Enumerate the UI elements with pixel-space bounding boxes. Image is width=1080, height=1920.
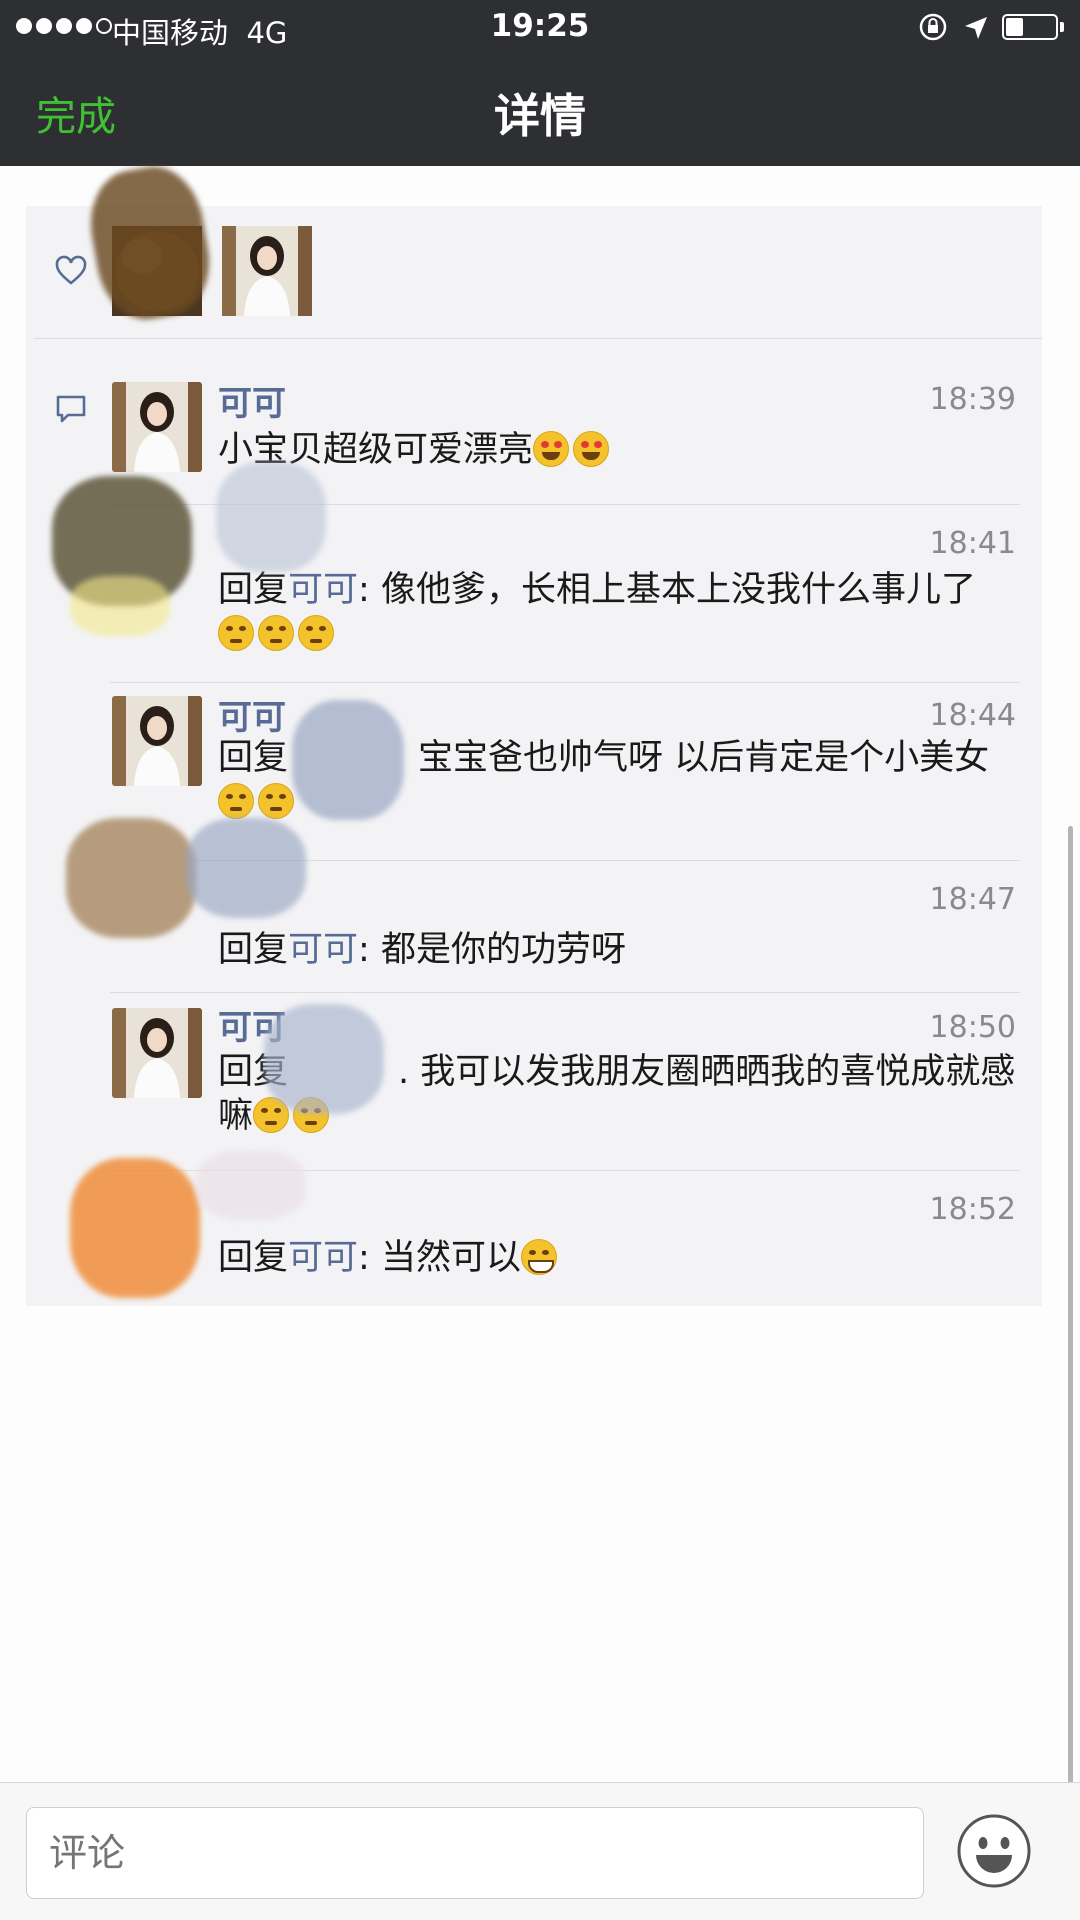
battery-level-fill (1006, 18, 1023, 36)
location-arrow-icon (965, 17, 987, 39)
privacy-scribble (196, 1150, 306, 1220)
heart-outline-icon (55, 255, 87, 285)
privacy-scribble (292, 700, 404, 820)
battery-icon (1002, 14, 1058, 40)
heart-eyes-emoji-icon (533, 431, 570, 467)
comment-input[interactable] (26, 1807, 924, 1899)
grinning-emoji-icon (520, 1239, 557, 1275)
scrollbar[interactable] (1068, 826, 1073, 1786)
privacy-scribble (186, 818, 306, 918)
comment-time: 18:41 (929, 526, 1016, 561)
comment-time: 18:52 (929, 1192, 1016, 1227)
thinking-emoji-icon (218, 783, 254, 819)
comment-text: 回复可可: 当然可以 (218, 1236, 1048, 1280)
privacy-scribble (216, 462, 326, 572)
divider (34, 338, 1042, 339)
mention-link[interactable]: 可可 (288, 1238, 358, 1278)
privacy-scribble (66, 818, 196, 938)
privacy-scribble (264, 1004, 384, 1114)
comment-text: 小宝贝超级可爱漂亮 (218, 428, 1048, 472)
divider (110, 992, 1020, 993)
comment-time: 18:47 (929, 882, 1016, 917)
divider (110, 682, 1020, 683)
comment-text: 回复可可: 都是你的功劳呀 (218, 930, 626, 970)
privacy-scribble (70, 1158, 200, 1298)
top-bar: 中国移动 4G 19:25 完成 详情 (0, 0, 1080, 166)
mention-link[interactable]: 可可 (288, 930, 358, 970)
avatar[interactable] (112, 382, 202, 472)
comment-time: 18:44 (929, 698, 1016, 733)
thinking-emoji-icon (258, 783, 294, 819)
status-bar: 中国移动 4G 19:25 (0, 0, 1080, 56)
interaction-card: 可可 18:39 小宝贝超级可爱漂亮 18:41 回复可可: 像他爹，长相上基本… (26, 159, 1042, 1306)
commenter-name[interactable]: 可可 (218, 376, 286, 425)
battery-tip (1060, 22, 1064, 32)
page-title: 详情 (494, 89, 586, 143)
comment-item[interactable]: 可可 18:50 回复. 我可以发我朋友圈晒晒我的喜悦成就感嘛 (26, 994, 1042, 1170)
mention-link[interactable]: 可可 (288, 570, 358, 610)
emoji-button-icon[interactable] (956, 1813, 1032, 1889)
comment-text: 回复可可: 像他爹，长相上基本上没我什么事儿了 (218, 568, 1048, 656)
avatar[interactable] (112, 1008, 202, 1098)
thinking-emoji-icon (298, 615, 334, 651)
heart-eyes-emoji-icon (573, 431, 610, 467)
comment-time: 18:39 (929, 382, 1016, 417)
comment-item[interactable]: 可可 18:39 小宝贝超级可爱漂亮 (26, 370, 1042, 500)
commenter-name[interactable]: 可可 (218, 690, 286, 739)
thinking-emoji-icon (258, 615, 294, 651)
comment-time: 18:50 (929, 1010, 1016, 1045)
avatar[interactable] (222, 226, 312, 316)
avatar[interactable] (112, 696, 202, 786)
thinking-emoji-icon (218, 615, 254, 651)
comment-bar (0, 1782, 1080, 1920)
privacy-scribble (70, 576, 170, 636)
rotation-lock-icon (919, 13, 947, 41)
